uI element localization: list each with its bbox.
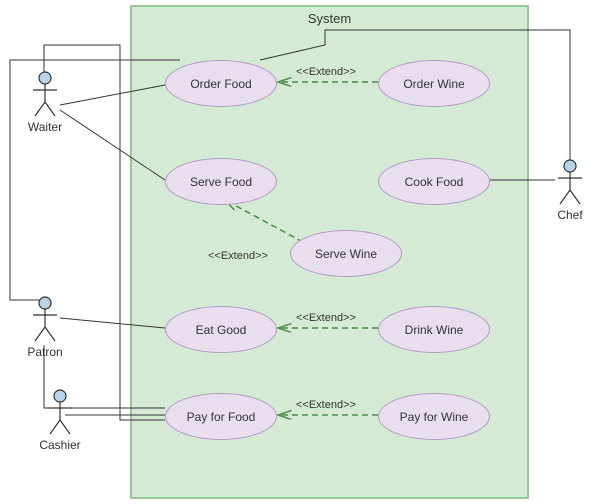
actor-chef[interactable]: Chef: [555, 158, 585, 222]
usecase-serve-food[interactable]: Serve Food: [165, 158, 277, 205]
actor-waiter[interactable]: Waiter: [30, 70, 60, 134]
usecase-cook-food[interactable]: Cook Food: [378, 158, 490, 205]
usecase-pay-for-wine[interactable]: Pay for Wine: [378, 393, 490, 440]
actor-label: Cashier: [35, 438, 85, 452]
actor-icon: [30, 70, 60, 118]
usecase-serve-wine[interactable]: Serve Wine: [290, 230, 402, 277]
usecase-pay-for-food[interactable]: Pay for Food: [165, 393, 277, 440]
actor-icon: [30, 295, 60, 343]
usecase-order-wine[interactable]: Order Wine: [378, 60, 490, 107]
stereotype-extend: <<Extend>>: [208, 250, 268, 262]
actor-label: Patron: [20, 345, 70, 359]
actor-icon: [555, 158, 585, 206]
actor-icon: [45, 388, 75, 436]
usecase-drink-wine[interactable]: Drink Wine: [378, 306, 490, 353]
stereotype-extend: <<Extend>>: [296, 399, 356, 411]
stereotype-extend: <<Extend>>: [296, 312, 356, 324]
usecase-eat-good[interactable]: Eat Good: [165, 306, 277, 353]
actor-label: Chef: [545, 208, 593, 222]
stereotype-extend: <<Extend>>: [296, 66, 356, 78]
actor-label: Waiter: [20, 120, 70, 134]
actor-cashier[interactable]: Cashier: [45, 388, 75, 452]
system-title: System: [132, 11, 527, 26]
actor-patron[interactable]: Patron: [30, 295, 60, 359]
usecase-order-food[interactable]: Order Food: [165, 60, 277, 107]
